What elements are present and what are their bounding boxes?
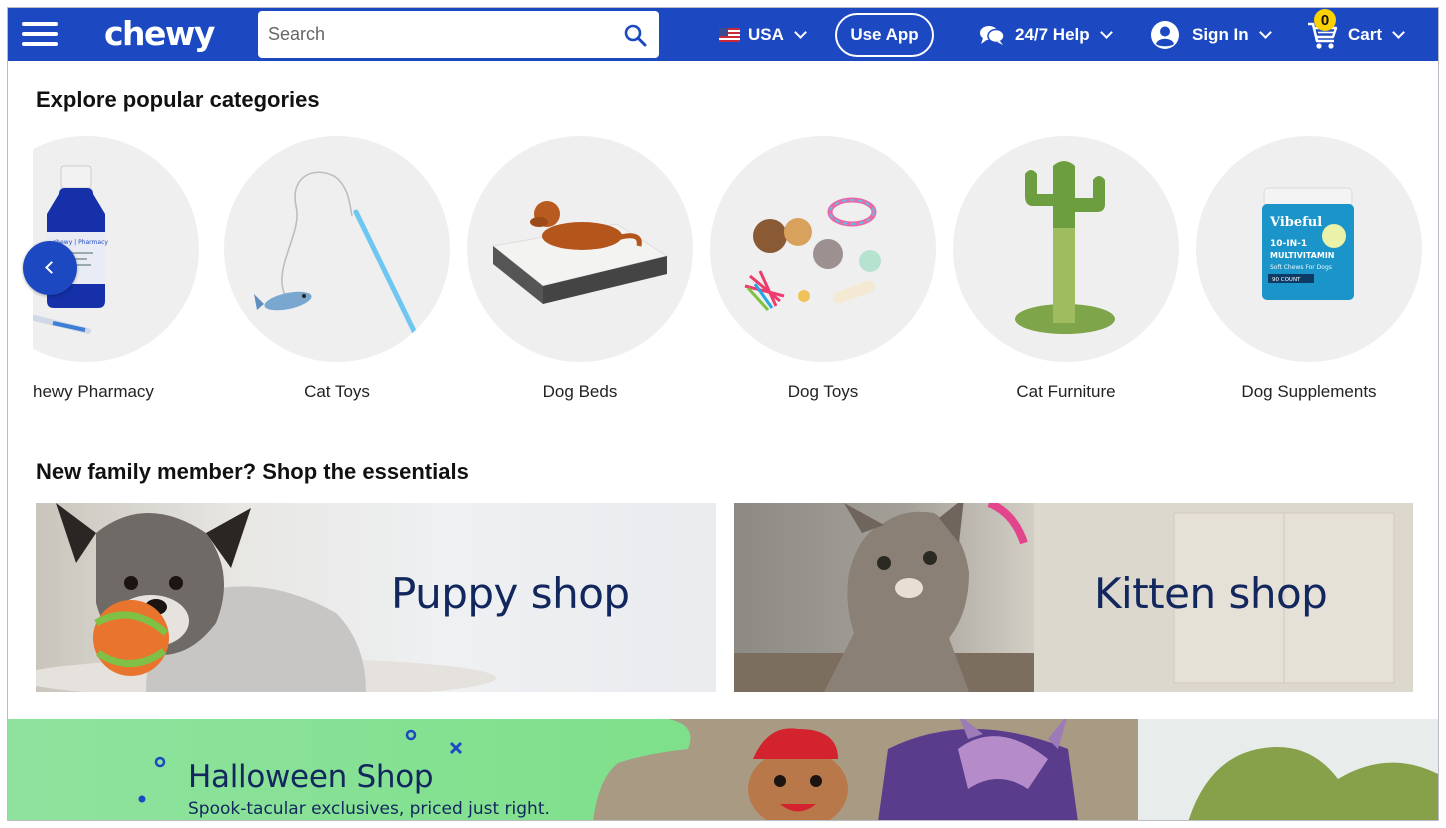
category-label: hewy Pharmacy: [33, 382, 154, 401]
category-dog-toys[interactable]: Dog Toys: [710, 136, 936, 402]
site-header: chewy USA Use App 24/7 Help: [8, 8, 1438, 61]
help-menu[interactable]: 24/7 Help: [979, 8, 1113, 61]
user-avatar-icon: [1151, 20, 1179, 49]
us-flag-icon: [719, 27, 740, 42]
category-label: Dog Supplements: [1241, 382, 1377, 401]
category-label: Dog Toys: [787, 382, 859, 401]
category-cat-furniture[interactable]: Cat Furniture: [953, 136, 1179, 402]
chewy-logo[interactable]: chewy: [104, 14, 215, 53]
supplement-jar-image: Vibeful 10-IN-1 MULTIVITAMIN Soft Chews …: [1196, 136, 1422, 362]
category-label: Cat Toys: [304, 382, 370, 401]
halloween-title: Halloween Shop: [188, 759, 434, 795]
supplement-line1: 10-IN-1: [1270, 239, 1307, 249]
country-label: USA: [748, 24, 784, 44]
chevron-down-icon: [1099, 25, 1113, 39]
country-selector[interactable]: USA: [719, 8, 807, 61]
sign-in-menu[interactable]: Sign In: [1151, 8, 1272, 61]
cactus-cat-tree-image: [953, 136, 1179, 362]
cat-wand-toy-image: [224, 136, 450, 362]
essentials-heading: New family member? Shop the essentials: [36, 459, 469, 484]
cart-count-badge: 0: [1314, 9, 1336, 31]
category-dog-beds[interactable]: Dog Beds: [467, 136, 693, 402]
chevron-down-icon: [794, 25, 807, 39]
search-icon[interactable]: [623, 23, 647, 47]
carousel-prev-button[interactable]: [23, 241, 77, 295]
puppy-shop-label: Puppy shop: [391, 569, 630, 618]
category-cat-toys[interactable]: Cat Toys: [224, 136, 450, 402]
supplement-line2: MULTIVITAMIN: [1270, 251, 1335, 260]
search-input[interactable]: [258, 11, 608, 58]
category-carousel: chewy | Pharmacy hewy Pharmacy Cat Toys …: [33, 136, 1423, 406]
category-label: Dog Beds: [542, 382, 618, 401]
menu-icon[interactable]: [22, 22, 58, 48]
supplement-brand: Vibeful: [1269, 215, 1322, 230]
page-frame: chewy USA Use App 24/7 Help: [7, 7, 1439, 821]
search-bar: [258, 11, 659, 58]
categories-heading: Explore popular categories: [36, 87, 320, 112]
kitten-shop-banner[interactable]: Kitten shop: [734, 503, 1413, 692]
cart-label: Cart: [1348, 24, 1383, 44]
chat-bubbles-icon: [980, 25, 1005, 45]
help-label: 24/7 Help: [1015, 24, 1090, 44]
halloween-subtitle: Spook-tacular exclusives, priced just ri…: [188, 799, 550, 819]
supplement-count: 90 COUNT: [1272, 277, 1301, 283]
use-app-button[interactable]: Use App: [835, 13, 934, 57]
kitten-shop-label: Kitten shop: [1094, 569, 1328, 618]
sign-in-label: Sign In: [1192, 24, 1249, 44]
dog-bed-image: [467, 136, 693, 362]
chevron-down-icon: [1392, 25, 1405, 39]
chevron-down-icon: [1258, 25, 1272, 39]
chevron-left-icon: [45, 261, 58, 274]
dog-toys-image: [710, 136, 936, 362]
supplement-line3: Soft Chews For Dogs: [1270, 264, 1332, 271]
category-label: Cat Furniture: [1016, 382, 1116, 401]
category-dog-supplements[interactable]: Vibeful 10-IN-1 MULTIVITAMIN Soft Chews …: [1196, 136, 1422, 402]
puppy-shop-banner[interactable]: Puppy shop: [36, 503, 716, 692]
halloween-banner[interactable]: Halloween Shop Spook-tacular exclusives,…: [8, 719, 1438, 820]
